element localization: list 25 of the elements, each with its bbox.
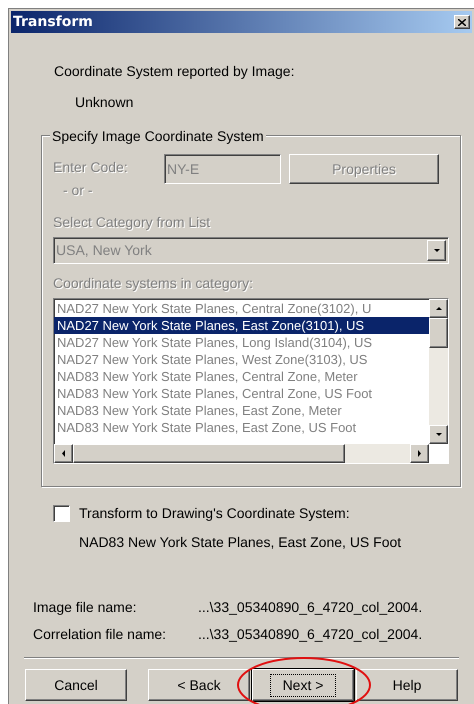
help-button[interactable]: Help [356, 669, 458, 701]
close-button[interactable] [454, 15, 470, 29]
checkbox-label: Transform to Drawing's Coordinate System: [79, 504, 350, 523]
or-text: - or - [63, 181, 94, 200]
reported-label: Coordinate System reported by Image: [53, 62, 296, 81]
dropdown-arrow-icon [432, 246, 441, 255]
next-button[interactable]: Next > [252, 669, 354, 701]
code-label: Enter Code: [53, 158, 129, 177]
scroll-right-icon [415, 449, 424, 458]
file-label: Image file name: [32, 598, 138, 617]
category-label: Select Category from List [53, 213, 212, 232]
scroll-left-icon [59, 449, 68, 458]
file-name: ...\33_05340890_6_4720_col_2004. [198, 625, 422, 644]
scroll-up-icon [434, 304, 443, 313]
reported-value: Unknown [74, 93, 134, 112]
back-button[interactable]: < Back [148, 669, 250, 701]
checkbox[interactable] [53, 505, 70, 522]
close-icon [458, 18, 466, 26]
drawing-system: NAD83 New York State Planes, East Zone, US Foot [79, 533, 402, 552]
cancel-button[interactable]: Cancel [25, 669, 127, 701]
file-label: Correlation file name: [32, 625, 168, 644]
scroll-down-icon [434, 430, 443, 439]
window-title: Transform [13, 12, 93, 32]
file-name: ...\33_05340890_6_4720_col_2004. [198, 598, 422, 617]
systems-label: Coordinate systems in category: [53, 274, 254, 293]
